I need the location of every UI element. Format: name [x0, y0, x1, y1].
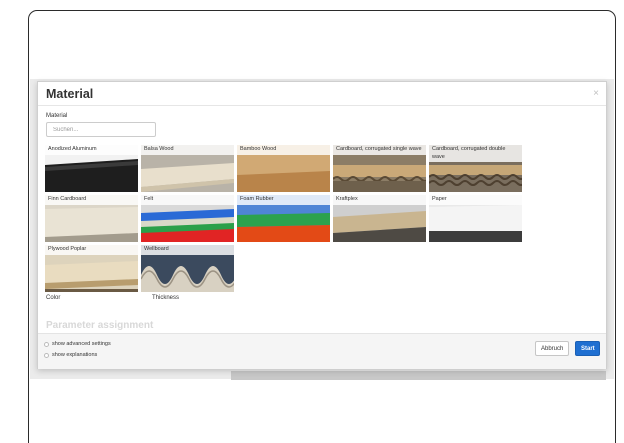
material-tile-cardboard-single[interactable]: Cardboard, corrugated single wave	[333, 145, 426, 192]
horizontal-scrollbar[interactable]	[231, 371, 606, 380]
tile-label: Wellboard	[141, 245, 234, 255]
advanced-settings-label: show advanced settings	[52, 341, 111, 347]
material-tile-wellboard[interactable]: Wellboard	[141, 245, 234, 292]
start-button[interactable]: Start	[575, 341, 600, 356]
explanations-label: show explanations	[52, 352, 98, 358]
material-search-input[interactable]	[46, 122, 156, 137]
cancel-button[interactable]: Abbruch	[535, 341, 569, 356]
parameter-assignment-heading: Parameter assignment	[46, 320, 154, 331]
tile-label: Bamboo Wood	[237, 145, 330, 155]
advanced-settings-option[interactable]: show advanced settings	[44, 341, 111, 347]
tile-label: Paper	[429, 195, 522, 205]
material-tile-felt[interactable]: Felt	[141, 195, 234, 242]
material-tile-balsa-wood[interactable]: Balsa Wood	[141, 145, 234, 192]
tile-label: Cardboard, corrugated single wave	[333, 145, 426, 155]
material-tile-cardboard-double[interactable]: Cardboard, corrugated double wave	[429, 145, 522, 192]
material-tile-bamboo-wood[interactable]: Bamboo Wood	[237, 145, 330, 192]
tile-label: Cardboard, corrugated double wave	[429, 145, 522, 162]
material-tile-plywood-poplar[interactable]: Plywood Poplar	[45, 245, 138, 292]
explanations-option[interactable]: show explanations	[44, 352, 97, 358]
material-dialog: Material × Material Anodized Aluminum Ba…	[37, 81, 607, 369]
material-field-label: Material	[46, 113, 68, 119]
material-tile-finn-cardboard[interactable]: Finn Cardboard	[45, 195, 138, 242]
material-tile-foam-rubber[interactable]: Foam Rubber	[237, 195, 330, 242]
explanations-checkbox[interactable]	[44, 352, 49, 358]
thickness-label: Thickness	[152, 295, 180, 301]
tile-label: Foam Rubber	[237, 195, 330, 205]
tile-label: Balsa Wood	[141, 145, 234, 155]
close-icon[interactable]: ×	[593, 88, 599, 99]
advanced-settings-checkbox[interactable]	[44, 341, 49, 347]
tile-label: Finn Cardboard	[45, 195, 138, 205]
dialog-footer: show advanced settings show explanations…	[38, 333, 606, 369]
tile-label: Kraftplex	[333, 195, 426, 205]
dialog-header: Material ×	[38, 82, 606, 106]
color-label: Color	[46, 295, 61, 301]
dialog-title: Material	[46, 87, 94, 101]
tile-label: Felt	[141, 195, 234, 205]
material-tile-anodized-aluminum[interactable]: Anodized Aluminum	[45, 145, 138, 192]
material-grid: Anodized Aluminum Balsa Wood Bamboo Wood	[45, 145, 525, 295]
material-tile-paper[interactable]: Paper	[429, 195, 522, 242]
tile-label: Plywood Poplar	[45, 245, 138, 255]
tile-label: Anodized Aluminum	[45, 145, 138, 155]
material-tile-kraftplex[interactable]: Kraftplex	[333, 195, 426, 242]
